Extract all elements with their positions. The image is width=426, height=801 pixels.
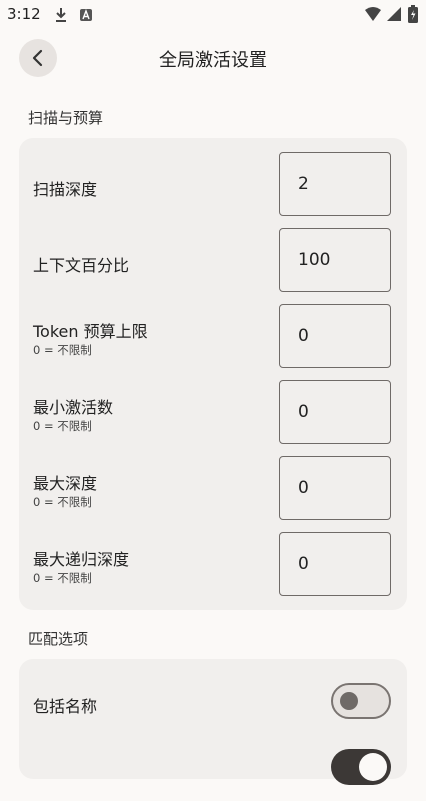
token-budget-input[interactable]	[279, 304, 391, 368]
scan-depth-input[interactable]	[279, 152, 391, 216]
token-budget-label: Token 预算上限	[33, 322, 148, 341]
context-percent-label: 上下文百分比	[33, 256, 130, 275]
page-title: 全局激活设置	[159, 50, 267, 71]
match-options-card: 包括名称	[19, 659, 407, 785]
row-token-budget: Token 预算上限 0 = 不限制	[19, 304, 407, 370]
max-recursion-depth-input[interactable]	[279, 532, 391, 596]
scan-depth-label: 扫描深度	[33, 180, 98, 199]
toggle-knob	[359, 753, 387, 781]
token-budget-hint: 0 = 不限制	[33, 343, 92, 357]
row-context-percent: 上下文百分比	[19, 228, 407, 294]
row-max-recursion-depth: 最大递归深度 0 = 不限制	[19, 532, 407, 598]
max-recursion-depth-hint: 0 = 不限制	[33, 571, 92, 585]
partial-option-toggle[interactable]	[331, 749, 391, 785]
max-depth-label: 最大深度	[33, 474, 98, 493]
toggle-knob	[340, 692, 358, 710]
app-notification-icon	[79, 7, 93, 27]
scan-budget-card: 扫描深度 上下文百分比 Token 预算上限 0 = 不限制 最小激活数 0 =…	[19, 138, 407, 610]
max-depth-input[interactable]	[279, 456, 391, 520]
context-percent-input[interactable]	[279, 228, 391, 292]
row-include-names: 包括名称	[19, 669, 407, 735]
section-label-match-options: 匹配选项	[28, 630, 89, 648]
min-activations-input[interactable]	[279, 380, 391, 444]
include-names-toggle[interactable]	[331, 683, 391, 719]
wifi-icon	[364, 6, 382, 26]
status-time: 3:12	[7, 5, 41, 23]
battery-icon	[408, 5, 418, 27]
row-scan-depth: 扫描深度	[19, 152, 407, 218]
min-activations-hint: 0 = 不限制	[33, 419, 92, 433]
min-activations-label: 最小激活数	[33, 398, 114, 417]
section-label-scan-budget: 扫描与预算	[28, 109, 104, 127]
max-recursion-depth-label: 最大递归深度	[33, 550, 130, 569]
download-icon	[54, 7, 68, 27]
status-bar: 3:12	[0, 0, 426, 30]
max-depth-hint: 0 = 不限制	[33, 495, 92, 509]
include-names-label: 包括名称	[33, 697, 98, 716]
row-partial-option	[19, 735, 407, 801]
row-min-activations: 最小激活数 0 = 不限制	[19, 380, 407, 446]
row-max-depth: 最大深度 0 = 不限制	[19, 456, 407, 522]
signal-icon	[386, 6, 402, 26]
top-app-bar: 全局激活设置	[0, 30, 426, 86]
